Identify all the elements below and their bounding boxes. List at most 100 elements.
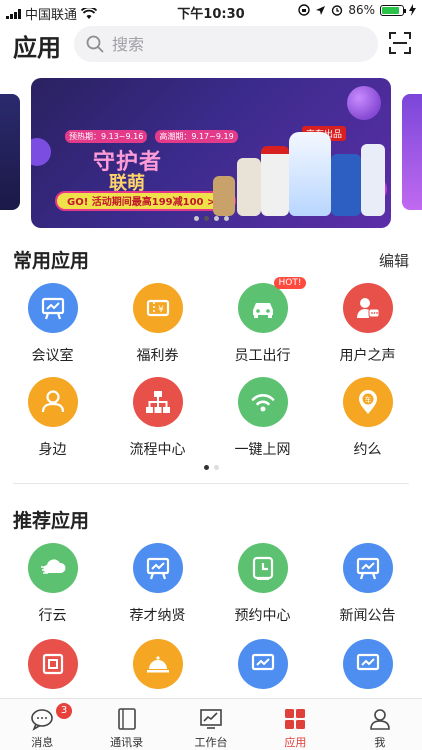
- app-label: 约么: [353, 442, 382, 458]
- edit-button[interactable]: 编辑: [379, 250, 409, 271]
- app-booking-center[interactable]: 预约中心: [210, 543, 315, 625]
- banner-pager: [0, 216, 422, 221]
- product-image: [237, 158, 261, 216]
- pager-dot[interactable]: [213, 216, 219, 221]
- app-staff-travel[interactable]: HOT! 员工出行: [210, 277, 315, 365]
- contacts-book-icon: [117, 708, 136, 730]
- tab-apps[interactable]: 应用: [253, 699, 337, 750]
- charging-icon: [409, 4, 416, 16]
- coupon-icon: ¥: [146, 299, 169, 317]
- app-talent-recruit[interactable]: 荐才纳贤: [105, 543, 210, 625]
- app-yueme[interactable]: 车 约么: [315, 377, 420, 459]
- app-process-center[interactable]: 流程中心: [105, 377, 210, 459]
- svg-text:车: 车: [364, 395, 371, 404]
- app-label: 荐才纳贤: [129, 608, 186, 624]
- app-header: 应用: [0, 24, 422, 68]
- app-one-click-wifi[interactable]: 一键上网: [210, 377, 315, 459]
- product-image: [361, 144, 385, 216]
- app-label: 行云: [38, 608, 67, 624]
- pager-dot-active[interactable]: [203, 216, 209, 221]
- app-label: 福利券: [136, 348, 179, 364]
- app-label: 一键上网: [234, 442, 291, 458]
- tab-label: 消息: [31, 736, 54, 749]
- app-label: 员工出行: [234, 348, 291, 364]
- search-icon: [86, 35, 104, 53]
- tab-me[interactable]: 我: [338, 699, 422, 750]
- presentation-board-icon: [146, 557, 169, 580]
- banner-promo-button[interactable]: GO! 活动期间最高199减100 >>: [55, 191, 236, 211]
- pager-dot-active[interactable]: [203, 465, 209, 470]
- alarm-icon: [332, 5, 343, 16]
- app-xingyun[interactable]: 行云: [0, 543, 105, 625]
- location-icon: [316, 5, 326, 15]
- page-title: 应用: [13, 34, 61, 62]
- car-pin-icon: 车: [358, 390, 377, 414]
- app-user-voice[interactable]: 用户之声: [315, 283, 420, 365]
- user-chat-icon: [356, 298, 379, 318]
- presentation-board-icon: [356, 557, 379, 580]
- workbench-chart-icon: [200, 709, 222, 729]
- app-welfare-coupon[interactable]: ¥ 福利券: [105, 283, 210, 365]
- hot-badge: HOT!: [273, 277, 307, 289]
- app-label: 用户之声: [339, 348, 396, 364]
- tab-label: 工作台: [194, 736, 228, 749]
- message-icon: [31, 709, 54, 731]
- unread-badge: 3: [56, 703, 72, 719]
- app-label: 预约中心: [234, 608, 291, 624]
- promo-banner[interactable]: 预热期：9.13~9.16 高潮期：9.17~9.19 守护者 联萌 GO! 活…: [31, 78, 391, 228]
- bottom-tab-bar: 消息 3 通讯录 工作台 应用 我: [0, 698, 422, 750]
- presentation-board-icon: [41, 297, 64, 320]
- pager-dot[interactable]: [193, 216, 199, 221]
- pager-dot[interactable]: [223, 216, 229, 221]
- next-banner-peek[interactable]: [402, 94, 422, 210]
- tab-messages[interactable]: 消息 3: [0, 699, 84, 750]
- pager-dot[interactable]: [213, 465, 219, 470]
- banner-carousel[interactable]: 预热期：9.13~9.16 高潮期：9.17~9.19 守护者 联萌 GO! 活…: [0, 78, 422, 228]
- rotation-lock-icon: [298, 4, 311, 16]
- grid-box-icon: [42, 653, 63, 675]
- product-image: [261, 146, 289, 216]
- app-nearby[interactable]: 身边: [0, 377, 105, 459]
- svg-text:¥: ¥: [158, 305, 164, 315]
- app-label: 新闻公告: [339, 608, 396, 624]
- presentation-board-icon: [251, 653, 274, 671]
- apps-grid-icon: [285, 709, 306, 729]
- battery-icon: [380, 4, 406, 16]
- org-chart-icon: [145, 391, 170, 413]
- app-news-notice[interactable]: 新闻公告: [315, 543, 420, 625]
- apps-pager: [0, 465, 422, 470]
- tab-label: 应用: [284, 736, 307, 749]
- status-bar: 中国联通 下午10:30 86%: [0, 0, 422, 24]
- recommended-apps-title: 推荐应用: [13, 510, 90, 532]
- app-label: 会议室: [31, 348, 74, 364]
- section-divider: [13, 483, 409, 484]
- clock-calendar-icon: [252, 556, 273, 580]
- app-board-3[interactable]: [210, 639, 315, 689]
- cloud-speed-icon: [40, 559, 66, 574]
- scan-icon[interactable]: [389, 32, 411, 54]
- battery-percent: 86%: [348, 3, 375, 17]
- product-image: [213, 176, 235, 216]
- tab-label: 我: [374, 736, 386, 749]
- app-food-service[interactable]: [105, 639, 210, 689]
- search-bar[interactable]: [74, 26, 378, 62]
- app-grid-box[interactable]: [0, 639, 105, 689]
- prev-banner-peek[interactable]: [0, 94, 20, 210]
- tab-workbench[interactable]: 工作台: [169, 699, 253, 750]
- app-board-4[interactable]: [315, 639, 420, 689]
- search-input[interactable]: [112, 26, 362, 62]
- banner-dates: 预热期：9.13~9.16 高潮期：9.17~9.19: [65, 130, 238, 143]
- presentation-board-icon: [356, 653, 379, 671]
- app-label: 流程中心: [129, 442, 186, 458]
- wifi-icon: [251, 394, 274, 412]
- product-image: [331, 154, 361, 216]
- product-image: [289, 132, 331, 216]
- tab-contacts[interactable]: 通讯录: [84, 699, 168, 750]
- tab-label: 通讯录: [110, 736, 144, 749]
- app-meeting-room[interactable]: 会议室: [0, 283, 105, 365]
- apps-screen: 中国联通 下午10:30 86% 应用 搜索 预热期：9.13~9.16 高潮期…: [0, 0, 422, 750]
- common-apps-title: 常用应用: [13, 250, 90, 272]
- app-label: 身边: [38, 442, 67, 458]
- profile-icon: [370, 709, 390, 730]
- person-icon: [41, 390, 64, 413]
